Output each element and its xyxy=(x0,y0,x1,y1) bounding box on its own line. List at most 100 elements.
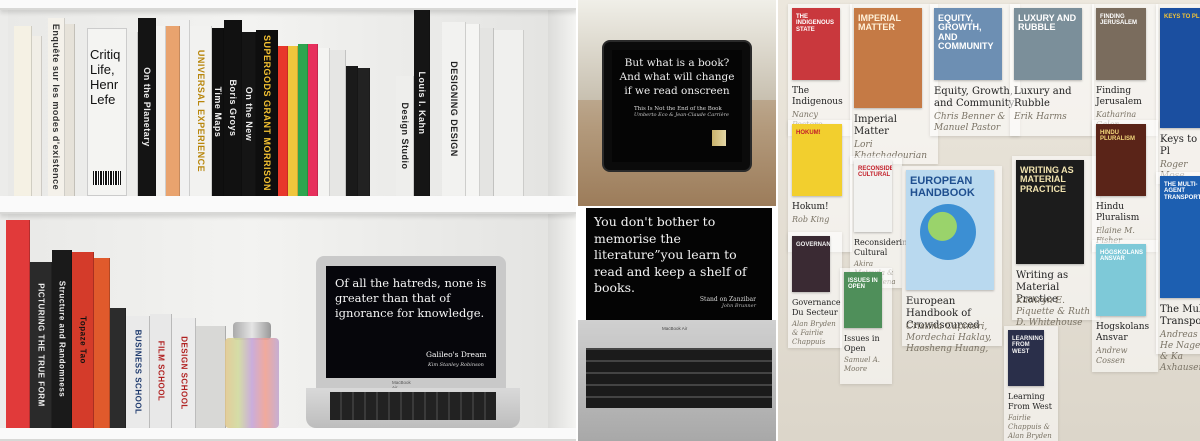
lower-book-spine: BUSINESS SCHOOL xyxy=(126,316,150,428)
book-spine-label: Design Studio xyxy=(399,102,410,170)
book-cover-text: Finding Jerusalem xyxy=(1100,14,1138,27)
book-cover-text: Keys to Pl xyxy=(1164,14,1200,20)
book-cover[interactable]: Governance xyxy=(792,236,830,292)
book-title[interactable]: Reconsidering Cultural xyxy=(854,238,912,258)
book-cover-text: Hokum! xyxy=(796,130,821,136)
book-cover[interactable]: Finding Jerusalem xyxy=(1096,8,1146,80)
book-author: Rob King xyxy=(792,215,830,224)
book-title[interactable]: Hogskolans Ansvar xyxy=(1096,322,1154,344)
book-cover[interactable]: Learning from West xyxy=(1008,330,1044,386)
book-spine xyxy=(14,26,32,196)
book-title[interactable]: Equity, Growth, and Community xyxy=(934,86,1016,110)
book-title[interactable]: Governance Du Secteur xyxy=(792,298,841,318)
book-spine xyxy=(358,68,370,196)
book-spine: Design Studio xyxy=(396,76,414,196)
book-cover-text: The Indigenous State xyxy=(796,14,835,33)
book-title[interactable]: The Indigenous xyxy=(792,86,848,108)
book-cover[interactable]: Reconsidering Cultural xyxy=(854,160,892,232)
cover-book-title: Critiq Life, Henr Lefe xyxy=(90,47,121,107)
lower-book-spine: Topaze Tao xyxy=(72,252,94,428)
laptop-closeup-quote: You don't bother to memorise the literat… xyxy=(594,214,747,295)
book-spine xyxy=(494,30,524,196)
book-spine: On the Planetary xyxy=(138,18,156,196)
shelf-side-panel xyxy=(548,0,577,441)
book-title[interactable]: Luxury and Rubble xyxy=(1014,86,1090,110)
laptop-attrib-author: Kim Stanley Robinson xyxy=(428,362,484,368)
lower-book-spine xyxy=(6,220,30,428)
book-author: Andrew Cossen xyxy=(1096,346,1128,365)
book-title[interactable]: The Multi Transport xyxy=(1160,304,1200,328)
laptop-closeup-photo: You don't bother to memorise the literat… xyxy=(578,208,776,441)
book-spine xyxy=(32,36,42,196)
book-title[interactable]: Finding Jerusalem xyxy=(1096,86,1154,108)
book-spine: Boris Groys xyxy=(224,20,242,196)
lower-book-spine: DESIGN SCHOOL xyxy=(172,318,196,428)
book-cover[interactable]: Keys to Pl xyxy=(1160,8,1200,128)
lower-book-spine-label: DESIGN SCHOOL xyxy=(179,336,188,410)
globe-icon xyxy=(920,204,976,260)
laptop-attrib-title: Galileo's Dream xyxy=(426,350,487,359)
book-cover[interactable]: Luxury and Rubble xyxy=(1014,8,1082,80)
book-cover-text: Luxury and Rubble xyxy=(1018,13,1077,33)
book-title[interactable]: Learning From West xyxy=(1008,392,1054,412)
tablet-photo: But what is a book? And what will change… xyxy=(578,0,776,206)
book-cover[interactable]: European Handbook xyxy=(906,170,994,290)
book-cover[interactable]: Writing as Material Practice xyxy=(1016,160,1084,264)
book-spine-label: Boris Groys xyxy=(227,79,238,137)
laptop-screen: Of all the hatreds, none is greater than… xyxy=(326,266,496,378)
book-spine-label: On the New xyxy=(243,86,254,142)
lower-book-spine xyxy=(94,258,110,428)
book-cover-text: Equity, Growth, and Community xyxy=(938,13,994,52)
book-spine-label: DESIGNING DESIGN xyxy=(448,61,459,157)
lower-book-spine xyxy=(196,326,226,428)
book-title[interactable]: Hokum! xyxy=(792,202,848,213)
book-cover[interactable]: Högskolans Ansvar xyxy=(1096,244,1146,316)
book-author: Alan Bryden & Fairlie Chappuis xyxy=(792,320,836,346)
book-cover[interactable]: Hindu Pluralism xyxy=(1096,124,1146,196)
book-cover-text: Learning from West xyxy=(1012,336,1044,355)
laptop-keyboard xyxy=(330,392,496,420)
book-spine xyxy=(480,28,494,196)
lower-book-spine-label: Topaze Tao xyxy=(78,316,87,364)
book-cover[interactable]: Issues in Open xyxy=(844,272,882,328)
lower-book-spine-label: BUSINESS SCHOOL xyxy=(133,329,142,415)
lower-book-spine-label: Structure and Randomness xyxy=(57,280,66,398)
book-cover-text: Writing as Material Practice xyxy=(1020,165,1074,194)
book-author: Andreas He Nagel & Ka Axhausen xyxy=(1160,330,1200,373)
book-author: Erik Harms xyxy=(1014,112,1067,122)
lower-book-spine xyxy=(110,308,126,428)
tablet-screen: But what is a book? And what will change… xyxy=(612,50,742,162)
lower-book-spine: PICTURING THE TRUE FORM xyxy=(30,262,52,428)
book-spine xyxy=(466,24,480,196)
tablet: But what is a book? And what will change… xyxy=(602,40,752,172)
top-shelf-board xyxy=(0,0,577,10)
book-spine xyxy=(180,20,190,196)
laptop-closeup-brand: MacBook Air xyxy=(662,326,688,331)
book-spine: Louis I. Kahn xyxy=(414,10,430,196)
book-spine-label: Louis I. Kahn xyxy=(416,71,427,135)
book-title[interactable]: Imperial Matter xyxy=(854,114,934,138)
bookshelf-photo: Enquête sur les modes d'existence On the … xyxy=(0,0,577,441)
book-spine xyxy=(288,46,298,196)
book-spine: Time Maps xyxy=(212,28,224,196)
book-cover[interactable]: Hokum! xyxy=(792,124,842,196)
book-cover-thumbnail xyxy=(712,130,726,146)
book-cover[interactable]: Imperial Matter xyxy=(854,8,922,108)
book-spine: Enquête sur les modes d'existence xyxy=(48,18,65,196)
middle-shelf-board xyxy=(0,196,577,214)
book-spine xyxy=(298,44,308,196)
book-cover[interactable]: The Indigenous State xyxy=(792,8,840,80)
book-cover[interactable]: The Multi-Agent Transport xyxy=(1160,176,1200,298)
laptop-closeup-keyboard xyxy=(586,348,772,408)
book-title[interactable]: Hindu Pluralism xyxy=(1096,202,1154,224)
book-cover-text: Governance xyxy=(796,242,830,248)
book-spine: On the New xyxy=(242,32,256,196)
book-title[interactable]: Keys to Pl xyxy=(1160,134,1200,158)
book-cover-text: Issues in Open xyxy=(848,278,878,291)
book-spine: SUPERGODS GRANT MORRISON xyxy=(256,30,278,196)
book-title[interactable]: Issues in Open xyxy=(844,334,888,354)
book-spine xyxy=(330,50,346,196)
book-spine xyxy=(65,24,75,196)
book-cover[interactable]: Equity, Growth, and Community xyxy=(934,8,1002,80)
book-spine xyxy=(166,26,180,196)
